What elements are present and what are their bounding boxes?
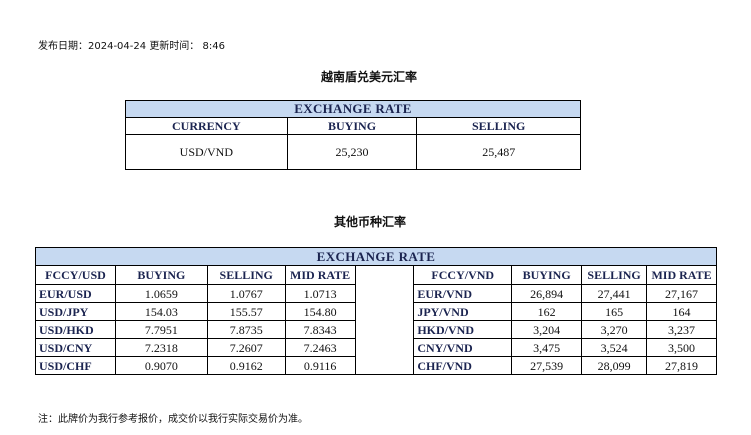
- buying-cell: 3,475: [511, 338, 583, 357]
- currency-cell: USD/VND: [125, 134, 288, 170]
- selling-cell: 165: [581, 302, 648, 321]
- other-currency-rate-table: EXCHANGE RATE FCCY/USD BUYING SELLING MI…: [35, 247, 717, 375]
- selling-cell: 0.9162: [206, 356, 286, 375]
- update-time: 8:46: [202, 41, 225, 52]
- selling-cell: 1.0767: [206, 284, 286, 303]
- pair-cell: CHF/VND: [413, 356, 513, 375]
- other-title: 其他币种汇率: [334, 215, 407, 229]
- table-gap: [354, 302, 415, 321]
- col-currency: CURRENCY: [125, 117, 288, 135]
- col-buying: BUYING: [286, 117, 418, 135]
- usd-vnd-rate-table: EXCHANGE RATE CURRENCY BUYING SELLING US…: [125, 100, 581, 170]
- buying-cell: 162: [511, 302, 583, 321]
- pair-cell: USD/CNY: [35, 338, 116, 357]
- pair-cell: EUR/VND: [413, 284, 513, 303]
- col-selling: SELLING: [206, 265, 286, 285]
- buying-cell: 1.0659: [114, 284, 208, 303]
- mid-cell: 7.8343: [284, 320, 356, 339]
- pair-cell: USD/HKD: [35, 320, 116, 339]
- selling-cell: 25,487: [416, 134, 581, 170]
- selling-cell: 7.2607: [206, 338, 286, 357]
- selling-cell: 7.8735: [206, 320, 286, 339]
- pair-cell: USD/CHF: [35, 356, 116, 375]
- buying-cell: 7.7951: [114, 320, 208, 339]
- mid-cell: 7.2463: [284, 338, 356, 357]
- mid-cell: 154.80: [284, 302, 356, 321]
- mid-cell: 164: [646, 302, 717, 321]
- mid-cell: 1.0713: [284, 284, 356, 303]
- pair-cell: JPY/VND: [413, 302, 513, 321]
- table-header: EXCHANGE RATE: [35, 247, 717, 266]
- buying-cell: 0.9070: [114, 356, 208, 375]
- mid-cell: 3,500: [646, 338, 717, 357]
- main-title: 越南盾兑美元汇率: [321, 70, 418, 84]
- pair-cell: EUR/USD: [35, 284, 116, 303]
- pair-cell: HKD/VND: [413, 320, 513, 339]
- buying-cell: 7.2318: [114, 338, 208, 357]
- table-row: USD/CNY 7.2318 7.2607 7.2463 CNY/VND 3,4…: [35, 338, 717, 357]
- mid-cell: 3,237: [646, 320, 717, 339]
- selling-cell: 3,270: [581, 320, 648, 339]
- update-time-label: 更新时间：: [149, 41, 200, 52]
- buying-cell: 27,539: [511, 356, 583, 375]
- table-gap: [354, 338, 415, 357]
- buying-cell: 25,230: [286, 134, 418, 170]
- col-fccy-vnd: FCCY/VND: [413, 265, 513, 285]
- table-gap: [354, 265, 415, 285]
- table-row: USD/JPY 154.03 155.57 154.80 JPY/VND 162…: [35, 302, 717, 321]
- selling-cell: 3,524: [581, 338, 648, 357]
- table-header: EXCHANGE RATE: [125, 100, 581, 118]
- table-row: USD/HKD 7.7951 7.8735 7.8343 HKD/VND 3,2…: [35, 320, 717, 339]
- publish-date: 2024-04-24: [88, 41, 147, 52]
- buying-cell: 3,204: [511, 320, 583, 339]
- col-selling: SELLING: [581, 265, 648, 285]
- buying-cell: 26,894: [511, 284, 583, 303]
- publish-info: 发布日期：2024-04-24 更新时间： 8:46: [38, 37, 225, 52]
- col-fccy-usd: FCCY/USD: [35, 265, 116, 285]
- col-buying: BUYING: [114, 265, 208, 285]
- mid-cell: 27,819: [646, 356, 717, 375]
- publish-date-label: 发布日期：: [38, 41, 88, 52]
- pair-cell: USD/JPY: [35, 302, 116, 321]
- col-mid-rate: MID RATE: [646, 265, 717, 285]
- pair-cell: CNY/VND: [413, 338, 513, 357]
- selling-cell: 155.57: [206, 302, 286, 321]
- table-row: USD/CHF 0.9070 0.9162 0.9116 CHF/VND 27,…: [35, 356, 717, 375]
- table-gap: [354, 320, 415, 339]
- table-row: USD/VND 25,230 25,487: [125, 134, 581, 170]
- col-selling: SELLING: [416, 117, 581, 135]
- col-mid-rate: MID RATE: [284, 265, 356, 285]
- col-buying: BUYING: [511, 265, 583, 285]
- footnote: 注：此牌价为我行参考报价，成交价以我行实际交易价为准。: [38, 414, 308, 425]
- buying-cell: 154.03: [114, 302, 208, 321]
- mid-cell: 27,167: [646, 284, 717, 303]
- selling-cell: 28,099: [581, 356, 648, 375]
- table-gap: [354, 284, 415, 303]
- table-row: EUR/USD 1.0659 1.0767 1.0713 EUR/VND 26,…: [35, 284, 717, 303]
- selling-cell: 27,441: [581, 284, 648, 303]
- table-gap: [354, 356, 415, 375]
- mid-cell: 0.9116: [284, 356, 356, 375]
